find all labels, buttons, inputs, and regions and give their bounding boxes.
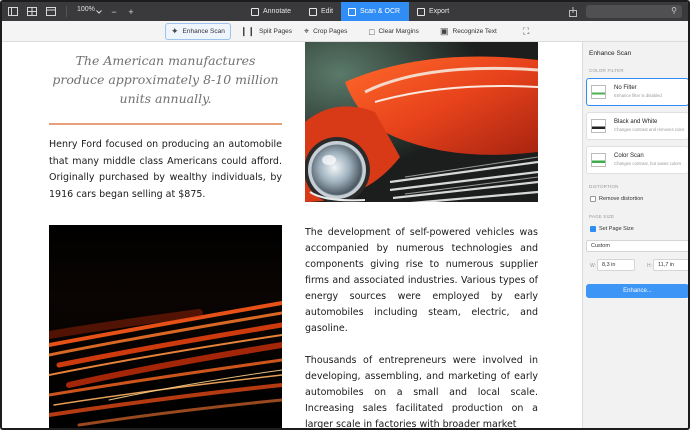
set-page-size-label: Set Page Size [599,226,634,232]
crop-icon: ⌖ [304,26,310,36]
paragraph-henry-ford: Henry Ford focused on producing an autom… [49,139,282,200]
enhance-scan-button[interactable]: ✦ Enhance Scan [165,23,231,40]
enhance-scan-panel: Enhance Scan COLOR FILTER No Filter Enha… [582,42,688,428]
enhance-button[interactable]: Enhance... [586,284,688,298]
fit-page-button[interactable]: ⛶ [518,23,534,40]
filter-color-scan[interactable]: Color Scan Changes contrast, but saves c… [586,146,688,174]
share-icon[interactable] [568,5,578,18]
zoom-dropdown-icon[interactable] [95,5,103,18]
tab-edit[interactable]: Edit [302,2,340,21]
search-icon: ⚲ [671,6,677,15]
tab-annotate-label: Annotate [263,8,292,15]
vintage-car-image [305,42,538,202]
split-pages-button[interactable]: ❙❙ Split Pages [235,23,297,40]
page-size-heading: PAGE SIZE [589,214,615,219]
scan-icon [348,7,356,16]
height-value: 11,7 in [658,262,675,268]
toolbar-divider [66,6,67,17]
width-label: W: [590,263,597,269]
filter-title: No Filter [614,85,637,91]
search-field[interactable]: ⚲ [586,5,682,18]
document-canvas[interactable]: The American manufactures produce approx… [2,42,582,428]
color-filter-heading: COLOR FILTER [589,68,624,73]
tab-export-label: Export [429,8,450,15]
filter-no-filter[interactable]: No Filter Enhance filter is disabled [586,78,688,106]
panel-title: Enhance Scan [589,50,632,57]
split-pages-label: Split Pages [259,28,292,35]
thumbnails-icon[interactable] [26,5,38,18]
edit-icon [309,7,317,16]
remove-distortion-checkbox[interactable] [590,196,596,202]
app-window: 100% − + Annotate Edit Scan & OCR Export… [0,0,690,430]
zoom-level[interactable]: 100% [77,6,95,13]
fullscreen-icon: ⛶ [523,26,530,36]
page-size-value: Custom [591,243,610,249]
tab-scan-ocr[interactable]: Scan & OCR [341,2,409,21]
tab-scan-ocr-label: Scan & OCR [360,8,401,15]
tab-annotate[interactable]: Annotate [244,2,298,21]
page-icon: □ [369,26,375,37]
sidebar-toggle-icon[interactable] [7,5,19,18]
crop-pages-button[interactable]: ⌖ Crop Pages [299,23,352,40]
light-trails-image [49,225,282,428]
distortion-heading: DISTORTION [589,184,619,189]
view-mode-icon[interactable] [45,5,57,18]
enhance-scan-label: Enhance Scan [182,28,225,35]
height-input[interactable]: 11,7 in [653,259,688,271]
width-input[interactable]: 8,3 in [597,259,635,271]
zoom-in-button[interactable]: + [127,5,135,18]
crop-pages-label: Crop Pages [313,28,348,35]
zoom-out-button[interactable]: − [110,5,118,18]
tab-edit-label: Edit [321,8,334,15]
remove-distortion-label: Remove distortion [599,196,644,202]
filter-description: Enhance filter is disabled [614,93,662,98]
filter-description: Changes contrast and removes color [614,127,685,132]
set-page-size-checkbox[interactable] [590,226,596,232]
filter-black-and-white[interactable]: Black and White Changes contrast and rem… [586,112,688,140]
ocr-icon: ▣ [440,26,449,36]
split-icon: ❙❙ [240,26,256,36]
paragraph-self-powered-vehicles: The development of self-powered vehicles… [305,227,538,334]
filter-description: Changes contrast, but saves colors [614,161,682,166]
recognize-text-button[interactable]: ▣ Recognize Text [435,23,502,40]
pull-quote: The American manufactures produce approx… [52,53,279,106]
page-size-select[interactable]: Custom [586,240,688,252]
width-value: 8,3 in [602,262,616,268]
annotate-icon [251,7,259,16]
recognize-text-label: Recognize Text [452,28,497,35]
top-toolbar: 100% − + Annotate Edit Scan & OCR Export… [2,2,688,21]
height-label: H: [647,263,652,269]
magic-wand-icon: ✦ [171,26,179,36]
paragraph-entrepreneurs: Thousands of entrepreneurs were involved… [305,355,538,428]
no-filter-thumbnail [591,85,606,99]
filter-title: Color Scan [614,153,644,159]
clear-margins-label: Clear Margins [378,28,419,35]
scan-subtoolbar: ✦ Enhance Scan ❙❙ Split Pages ⌖ Crop Pag… [2,21,688,42]
quote-divider [49,123,282,125]
tab-export[interactable]: Export [410,2,456,21]
filter-title: Black and White [614,119,658,125]
color-scan-thumbnail [591,153,606,167]
bw-thumbnail [591,119,606,133]
export-icon [417,7,425,16]
clear-margins-button[interactable]: □ Clear Margins [364,23,424,40]
